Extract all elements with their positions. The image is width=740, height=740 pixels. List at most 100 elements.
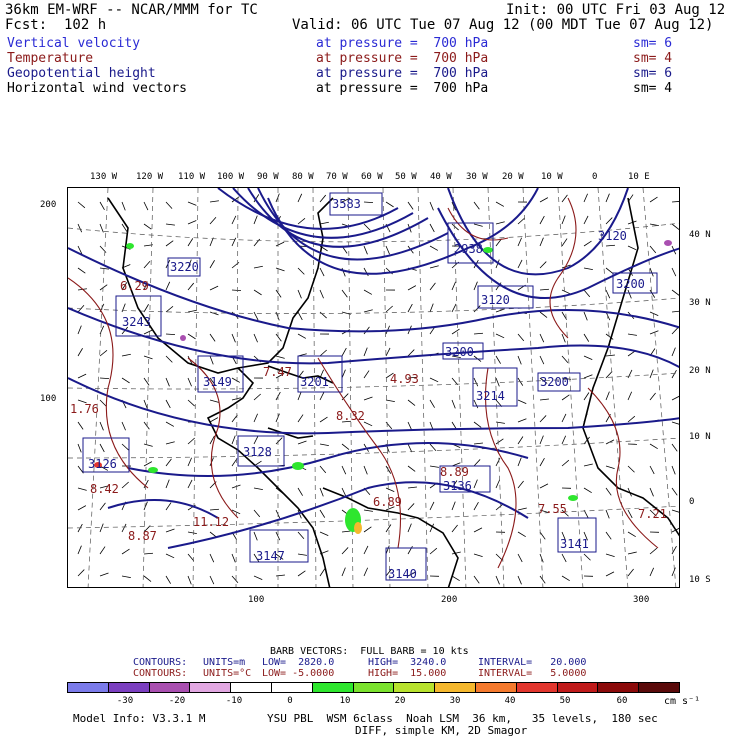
wind-barb: [363, 309, 373, 313]
wind-barb: [605, 217, 613, 225]
wind-barb: [253, 265, 263, 269]
map-value: 3220: [170, 260, 199, 274]
contours-interval-height: INTERVAL= 20.000: [478, 657, 587, 668]
wind-barb: [319, 221, 329, 225]
map-value: 3141: [560, 537, 589, 551]
wind-barb: [143, 552, 154, 555]
wind-barb: [561, 575, 570, 582]
wind-barb: [539, 261, 547, 269]
wind-barb: [209, 311, 219, 316]
wind-barb: [275, 267, 285, 272]
wind-barb: [627, 391, 633, 401]
wind-barb: [407, 421, 413, 431]
lon-label: 10 E: [628, 172, 650, 182]
grid-y-label: 200: [40, 200, 57, 210]
wind-barb: [407, 285, 417, 291]
color-scale-label: 20: [394, 696, 406, 706]
wind-barb: [99, 399, 107, 407]
wind-barb: [341, 487, 347, 497]
map-value: 7.47: [263, 365, 292, 379]
color-scale-swatch: [271, 683, 313, 692]
wind-barb: [77, 348, 83, 357]
field-name-gh: Geopotential height: [7, 66, 156, 81]
wind-barb: [363, 567, 369, 577]
map-value: 3200: [445, 345, 474, 359]
lon-label: 0: [592, 172, 598, 182]
wind-barb: [451, 524, 458, 533]
wind-barb: [495, 333, 505, 339]
field-level-wind: at pressure = 700 hPa: [316, 81, 489, 96]
wind-barb: [561, 435, 567, 445]
wind-barb: [363, 526, 372, 533]
wind-barb: [341, 567, 346, 577]
wind-barb: [671, 223, 679, 230]
wind-barb: [605, 267, 614, 274]
wind-barb: [121, 481, 129, 489]
lon-label: 10 W: [541, 172, 563, 182]
color-scale-swatch: [231, 683, 272, 692]
wind-barb: [517, 399, 527, 404]
color-scale-label: 50: [559, 696, 571, 706]
map-value: 8.32: [336, 409, 365, 423]
wind-barb: [539, 355, 545, 365]
wind-barb: [407, 399, 416, 406]
color-scale-label: 40: [504, 696, 516, 706]
wind-barb: [517, 418, 527, 423]
wind-barb: [605, 571, 615, 577]
wind-barb: [517, 333, 525, 342]
wind-barb: [297, 218, 306, 225]
wind-barb: [319, 416, 328, 423]
wind-barb: [539, 483, 549, 489]
field-sm-vv: sm= 6: [633, 36, 673, 51]
wind-barb: [583, 311, 588, 321]
wind-barb: [363, 370, 370, 379]
map-value: 3243: [122, 315, 151, 329]
wind-barb: [77, 569, 85, 577]
wind-barb: [297, 531, 305, 540]
wind-barb: [517, 436, 524, 445]
wind-barb: [605, 289, 611, 299]
wind-barb: [77, 201, 86, 209]
wind-barb: [341, 547, 349, 555]
wind-barb: [539, 398, 549, 401]
wind-barb: [99, 523, 104, 533]
map-value: 3200: [540, 375, 569, 389]
wind-barb: [231, 333, 236, 343]
wind-barb: [231, 237, 237, 247]
wind-barb: [539, 311, 548, 318]
wind-barb: [495, 377, 500, 387]
wind-barb: [517, 457, 522, 467]
wind-barb: [495, 221, 505, 225]
wind-barb: [649, 311, 659, 316]
map-value: 11.12: [193, 515, 229, 529]
wind-barb: [253, 215, 258, 225]
wind-barb: [165, 240, 174, 247]
wind-barb: [561, 394, 570, 401]
wind-barb: [649, 487, 654, 497]
field-name-t: Temperature: [7, 51, 94, 66]
wind-barb: [99, 421, 104, 431]
wind-barb: [319, 531, 329, 536]
wind-barb: [649, 267, 654, 277]
wind-barb: [143, 461, 153, 467]
wind-barb: [539, 197, 549, 203]
map-value: 7.21: [638, 507, 667, 521]
wind-barb: [319, 443, 329, 447]
lat-label: 10 S: [689, 575, 711, 585]
wind-barb: [495, 575, 500, 585]
wind-barb: [99, 350, 108, 357]
color-scale-swatch: [435, 683, 476, 692]
color-scale-swatch: [639, 683, 679, 692]
wind-barb: [407, 465, 416, 472]
wind-barb: [539, 435, 544, 445]
wind-barb: [649, 547, 658, 555]
map-value: 3140: [388, 567, 417, 581]
wind-barb: [187, 377, 192, 387]
color-scale-swatch: [394, 683, 436, 692]
wind-barb: [539, 237, 544, 247]
wind-barb: [517, 355, 522, 365]
wind-barb: [121, 421, 126, 431]
wind-barb: [649, 330, 659, 335]
wind-barb: [209, 333, 216, 342]
wind-barb: [539, 288, 550, 291]
